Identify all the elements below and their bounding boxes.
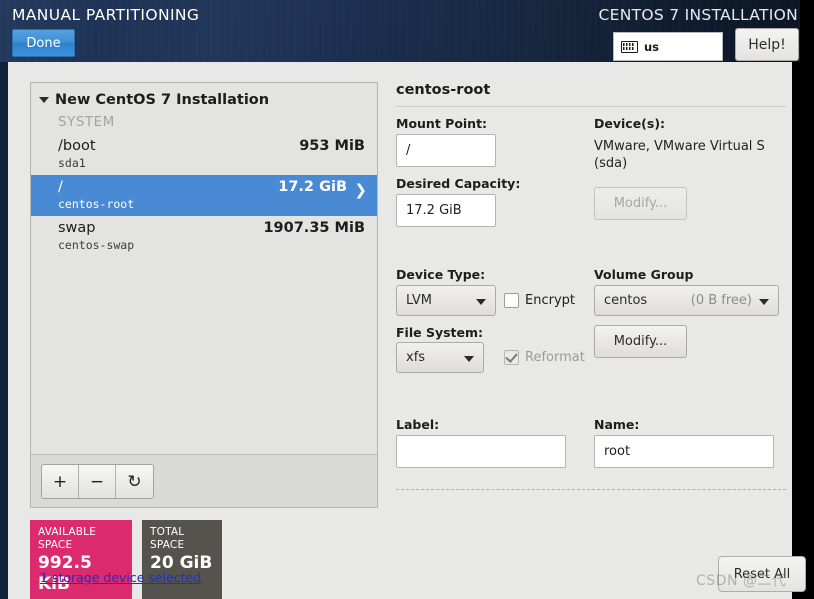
volume-group-value: centos [604, 293, 648, 308]
label-input[interactable] [396, 435, 566, 468]
left-edge-strip [0, 62, 8, 599]
chevron-right-icon: ❯ [354, 181, 367, 199]
volume-group-modify-button[interactable]: Modify... [594, 325, 687, 358]
done-button[interactable]: Done [12, 29, 75, 57]
plus-icon: + [52, 471, 68, 492]
installation-group-header[interactable]: New CentOS 7 Installation [31, 83, 377, 114]
file-system-select[interactable]: xfs [396, 342, 484, 373]
chevron-down-icon [476, 299, 486, 305]
partition-list-scroll[interactable]: New CentOS 7 Installation SYSTEM /boot s… [31, 83, 377, 454]
device-type-value: LVM [406, 293, 432, 308]
total-space-box: TOTAL SPACE 20 GiB [142, 520, 222, 599]
available-space-box: AVAILABLE SPACE 992.5 KiB [30, 520, 132, 599]
storage-devices-link[interactable]: 1 storage device selected [40, 570, 201, 585]
installer-window: MANUAL PARTITIONING CENTOS 7 INSTALLATIO… [0, 0, 814, 599]
file-system-label: File System: [396, 325, 484, 340]
partition-detail-panel: centos-root Mount Point: / Desired Capac… [396, 82, 786, 512]
table-row[interactable]: swap centos-swap 1907.35 MiB [31, 216, 377, 257]
name-field-label: Name: [594, 417, 640, 432]
checkbox-checked-icon [504, 350, 519, 365]
keyboard-layout-label: us [644, 39, 660, 54]
encrypt-checkbox[interactable]: Encrypt [504, 293, 575, 308]
partition-list-panel: New CentOS 7 Installation SYSTEM /boot s… [30, 82, 378, 508]
devices-value: VMware, VMware Virtual S (sda) [594, 139, 765, 171]
triangle-down-icon [39, 97, 49, 103]
desired-capacity-input[interactable]: 17.2 GiB [396, 194, 496, 227]
detail-title: centos-root [396, 82, 491, 98]
volume-group-free-space: (0 B free) [690, 293, 752, 308]
mount-point-label: Mount Point: [396, 116, 488, 131]
volume-group-select[interactable]: centos (0 B free) [594, 285, 779, 316]
minus-icon: − [89, 471, 105, 492]
content-area: New CentOS 7 Installation SYSTEM /boot s… [8, 62, 792, 599]
total-space-label: TOTAL SPACE [150, 526, 185, 551]
partition-device-name: centos-root [58, 197, 135, 211]
file-system-value: xfs [406, 350, 426, 365]
partition-size: 953 MiB [299, 138, 365, 154]
space-summary: AVAILABLE SPACE 992.5 KiB TOTAL SPACE 20… [30, 520, 222, 599]
desired-capacity-label: Desired Capacity: [396, 176, 521, 191]
volume-group-label: Volume Group [594, 267, 694, 282]
label-field-label: Label: [396, 417, 440, 432]
product-title: CENTOS 7 INSTALLATION [598, 6, 798, 24]
checkbox-icon [504, 293, 519, 308]
done-button-label: Done [26, 35, 61, 51]
table-row[interactable]: /boot sda1 953 MiB [31, 134, 377, 175]
table-row[interactable]: / centos-root 17.2 GiB ❯ [31, 175, 377, 216]
partition-device-name: sda1 [58, 156, 86, 170]
remove-partition-button[interactable]: − [79, 465, 116, 498]
section-label-system: SYSTEM [58, 114, 115, 130]
reset-all-button[interactable]: Reset All [718, 556, 806, 592]
partition-toolbar: + − ↻ [31, 454, 377, 507]
page-title: MANUAL PARTITIONING [12, 6, 200, 24]
reset-all-label: Reset All [733, 566, 791, 582]
detail-divider [396, 106, 786, 107]
partition-size: 1907.35 MiB [263, 220, 365, 236]
installation-group-label: New CentOS 7 Installation [55, 92, 270, 108]
refresh-icon: ↻ [127, 471, 142, 492]
mount-point-input[interactable]: / [396, 134, 496, 167]
devices-label: Device(s): [594, 116, 666, 131]
chevron-down-icon [759, 299, 769, 305]
help-button[interactable]: Help! [735, 28, 799, 61]
partition-toolbar-buttons: + − ↻ [41, 464, 154, 499]
detail-bottom-divider [396, 489, 786, 490]
reformat-label: Reformat [525, 350, 585, 365]
add-partition-button[interactable]: + [42, 465, 79, 498]
help-button-label: Help! [748, 36, 786, 53]
device-modify-button[interactable]: Modify... [594, 187, 687, 220]
name-input[interactable]: root [594, 435, 774, 468]
chevron-down-icon [464, 356, 474, 362]
partition-device-name: centos-swap [58, 238, 135, 252]
reformat-checkbox[interactable]: Reformat [504, 350, 585, 365]
keyboard-icon [621, 40, 638, 53]
encrypt-label: Encrypt [525, 293, 575, 308]
device-type-select[interactable]: LVM [396, 285, 496, 316]
keyboard-layout-indicator[interactable]: us [613, 32, 723, 61]
refresh-button[interactable]: ↻ [116, 465, 153, 498]
device-type-label: Device Type: [396, 267, 486, 282]
partition-size: 17.2 GiB [278, 179, 347, 195]
available-space-label: AVAILABLE SPACE [38, 526, 97, 551]
